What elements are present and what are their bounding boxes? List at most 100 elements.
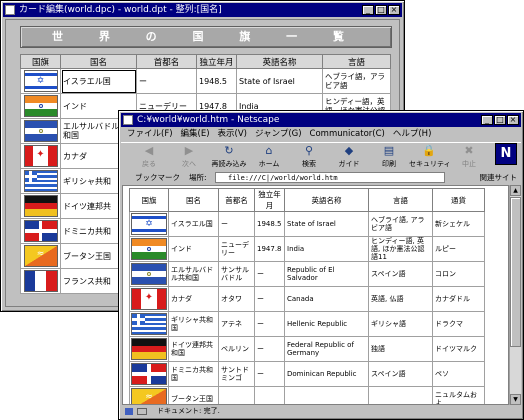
- cell-english: India: [284, 236, 369, 262]
- cell-capital: ー: [218, 211, 255, 237]
- flag-cell: ≈: [129, 386, 169, 404]
- card-editor-titlebar[interactable]: カード編集(world.dpc) - world.dpt - 整列:[国名] _…: [3, 3, 402, 17]
- menu-item-2[interactable]: 表示(V): [218, 128, 247, 141]
- lock-icon: 🔒: [422, 144, 436, 157]
- search-icon: ⚲: [304, 144, 314, 157]
- flag-france-icon: [23, 270, 58, 292]
- table-row: ギリシャ共和国 アテネー Hellenic Republic ギリシャ語 ドラクマ: [129, 311, 485, 337]
- flag-bhutan-icon: ≈: [131, 388, 167, 404]
- toolbar-button-label: 中止: [462, 160, 476, 168]
- card-flag-cell: [20, 93, 61, 119]
- app-icon: [123, 115, 133, 125]
- cell-name: ブータン王国: [168, 386, 219, 404]
- card-column-header: 首都名: [136, 54, 197, 69]
- toolbar-button-2[interactable]: ↻ 再読み込み: [209, 143, 249, 170]
- cell-english: State of Israel: [284, 211, 369, 237]
- table-row: ≈ ブータン王国 ニュルタムおよ: [129, 386, 485, 404]
- flag-elsalvador-icon: [23, 120, 58, 142]
- card-banner: 世 界 の 国 旗 一 覧: [20, 26, 392, 48]
- table-row: エルサルバドル共和国 サンサルバドルー Republic of El Salvado…: [129, 261, 485, 287]
- scroll-down-arrow[interactable]: ▼: [510, 394, 521, 405]
- cell-name: エルサルバドル共和国: [168, 261, 219, 287]
- card-flag-cell: [20, 193, 61, 219]
- page-content: 国旗 国名 首都名 独立年月 英語名称 言語 通貨 ✡ イスラエル国ー 1948.5 State …: [122, 185, 509, 405]
- toolbar-button-6[interactable]: ▤ 印刷: [369, 143, 409, 170]
- status-bar: ドキュメント: 完了.: [121, 406, 521, 417]
- scroll-up-arrow[interactable]: ▲: [510, 185, 521, 196]
- toolbar-button-4[interactable]: ⚲ 検索: [289, 143, 329, 170]
- card-row[interactable]: ✡ イスラエル国ー 1948.5 State of Israel ヘブライ語，アラビア語: [20, 68, 391, 94]
- menu-item-1[interactable]: 編集(E): [181, 128, 210, 141]
- card-cell-independence[interactable]: 1948.5: [196, 68, 237, 94]
- cell-capital: サンサルバドル: [218, 261, 255, 287]
- toolbar-button-label: 戻る: [142, 160, 156, 168]
- cell-capital: アテネ: [218, 311, 255, 337]
- cell-name: ドイツ連邦共和国: [168, 336, 219, 362]
- app-icon: [5, 5, 15, 15]
- cell-independence: ー: [254, 286, 285, 312]
- minimize-button[interactable]: _: [481, 115, 493, 125]
- toolbar-button-1[interactable]: ▶ 次へ: [169, 143, 209, 170]
- status-text: ドキュメント: 完了.: [157, 407, 220, 415]
- cell-currency: カナダドル: [432, 286, 485, 312]
- netscape-window[interactable]: C:¥world¥world.htm - Netscape _ □ × ファイル…: [118, 110, 524, 420]
- vertical-scrollbar[interactable]: ▲ ▼: [509, 185, 521, 405]
- flag-dominican-icon: [23, 220, 58, 242]
- netscape-logo-icon[interactable]: N: [495, 143, 517, 165]
- location-input[interactable]: file:///C|/world/world.htm: [215, 172, 445, 183]
- close-button[interactable]: ×: [507, 115, 519, 125]
- component-bar-icon[interactable]: [137, 408, 147, 415]
- maximize-button[interactable]: □: [494, 115, 506, 125]
- table-row: ✦ カナダ オタワー Canada 英語, 仏語 カナダドル: [129, 286, 485, 312]
- toolbar-button-label: 次へ: [182, 160, 196, 168]
- toolbar-button-0[interactable]: ◀ 戻る: [129, 143, 169, 170]
- cell-english: Republic of El Salvador: [284, 261, 369, 287]
- toolbar-button-8[interactable]: ✖ 中止: [449, 143, 489, 170]
- card-cell-language[interactable]: ヘブライ語，アラビア語: [322, 68, 391, 94]
- cell-name: イスラエル国: [168, 211, 219, 237]
- minimize-button[interactable]: _: [362, 5, 374, 15]
- flag-cell: [129, 236, 169, 262]
- cell-currency: ドラクマ: [432, 311, 485, 337]
- security-status-icon[interactable]: [125, 408, 133, 415]
- cell-capital: オタワ: [218, 286, 255, 312]
- menu-bar: ファイル(F) 編集(E) 表示(V) ジャンプ(G) Communicator(C) ヘ…: [121, 128, 521, 141]
- toolbar-button-label: セキュリティ: [409, 160, 451, 168]
- bookmarks-button[interactable]: ブックマーク: [135, 171, 180, 184]
- netscape-titlebar[interactable]: C:¥world¥world.htm - Netscape _ □ ×: [121, 113, 521, 127]
- flag-israel-icon: ✡: [23, 70, 58, 92]
- menu-item-5[interactable]: ヘルプ(H): [393, 128, 432, 141]
- flag-table: 国旗 国名 首都名 独立年月 英語名称 言語 通貨 ✡ イスラエル国ー 1948.5 State …: [129, 188, 485, 404]
- card-flag-cell: [20, 168, 61, 194]
- toolbar-button-5[interactable]: ◆ ガイド: [329, 143, 369, 170]
- related-sites-button[interactable]: 関連サイト: [480, 171, 518, 184]
- cell-name: カナダ: [168, 286, 219, 312]
- maximize-button[interactable]: □: [375, 5, 387, 15]
- toolbar-button-7[interactable]: 🔒 セキュリティ: [409, 143, 451, 170]
- toolbar-button-3[interactable]: ⌂ ホーム: [249, 143, 289, 170]
- card-column-header: 国名: [60, 54, 137, 69]
- card-cell-capital[interactable]: ー: [136, 68, 197, 94]
- flag-cell: [129, 261, 169, 287]
- menu-item-3[interactable]: ジャンプ(G): [255, 128, 302, 141]
- toolbar-button-label: 印刷: [382, 160, 396, 168]
- toolbar-button-label: ガイド: [338, 160, 360, 168]
- cell-currency: ルピー: [432, 236, 485, 262]
- close-button[interactable]: ×: [388, 5, 400, 15]
- card-cell-name[interactable]: イスラエル国: [60, 68, 137, 94]
- toolbar-button-label: 再読み込み: [211, 160, 247, 168]
- cell-independence: 1947.8: [254, 236, 285, 262]
- cell-language: [368, 386, 433, 404]
- flag-cell: [129, 336, 169, 362]
- card-cell-english[interactable]: State of Israel: [236, 68, 323, 94]
- table-column-header: 言語: [368, 188, 433, 212]
- menu-item-4[interactable]: Communicator(C): [310, 128, 385, 141]
- cell-language: スペイン語: [368, 361, 433, 387]
- forward-arrow-icon: ▶: [184, 144, 194, 157]
- menu-item-0[interactable]: ファイル(F): [127, 128, 173, 141]
- table-column-header: 通貨: [432, 188, 485, 212]
- scroll-thumb[interactable]: [510, 197, 521, 347]
- cell-english: Federal Republic of Germany: [284, 336, 369, 362]
- card-editor-title: カード編集(world.dpc) - world.dpt - 整列:[国名]: [19, 5, 222, 15]
- cell-english: Hellenic Republic: [284, 311, 369, 337]
